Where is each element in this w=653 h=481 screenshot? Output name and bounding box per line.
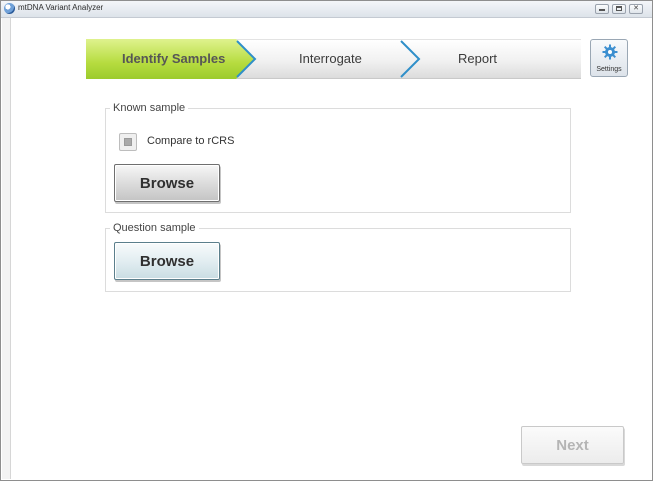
maximize-button[interactable]	[612, 4, 626, 14]
close-button[interactable]: ✕	[629, 4, 643, 14]
known-sample-title: Known sample	[110, 102, 189, 114]
question-sample-browse-button[interactable]: Browse	[114, 242, 220, 280]
window-title: mtDNA Variant Analyzer	[18, 3, 104, 12]
close-icon: ✕	[633, 5, 639, 12]
question-sample-title: Question sample	[110, 222, 199, 234]
compare-to-rcrs-checkbox[interactable]	[119, 133, 137, 151]
known-sample-browse-button[interactable]: Browse	[114, 164, 220, 202]
question-sample-group: Question sample Browse	[105, 222, 571, 292]
next-button[interactable]: Next	[521, 426, 624, 464]
compare-to-rcrs-label[interactable]: Compare to rCRS	[147, 135, 234, 147]
app-logo-icon	[4, 3, 15, 14]
gear-icon	[602, 44, 618, 60]
minimize-button[interactable]	[595, 4, 609, 14]
title-bar[interactable]: mtDNA Variant Analyzer ✕	[1, 1, 652, 18]
app-window: mtDNA Variant Analyzer ✕ Identify Sample…	[0, 0, 653, 481]
step-report[interactable]: Report	[458, 51, 497, 66]
settings-label: Settings	[596, 66, 622, 73]
left-side-panel	[2, 18, 11, 479]
known-sample-group: Known sample Compare to rCRS Browse	[105, 102, 571, 213]
checkbox-indicator	[124, 138, 132, 146]
step-separator-chevron-icon	[236, 40, 257, 78]
step-interrogate[interactable]: Interrogate	[299, 51, 362, 66]
wizard-steps-bar: Identify Samples Interrogate Report	[86, 39, 581, 79]
minimize-icon	[599, 9, 605, 11]
step-identify-samples[interactable]: Identify Samples	[122, 51, 225, 66]
settings-button[interactable]: Settings	[590, 39, 628, 77]
maximize-icon	[616, 6, 622, 11]
step-separator-chevron-icon	[400, 40, 421, 78]
